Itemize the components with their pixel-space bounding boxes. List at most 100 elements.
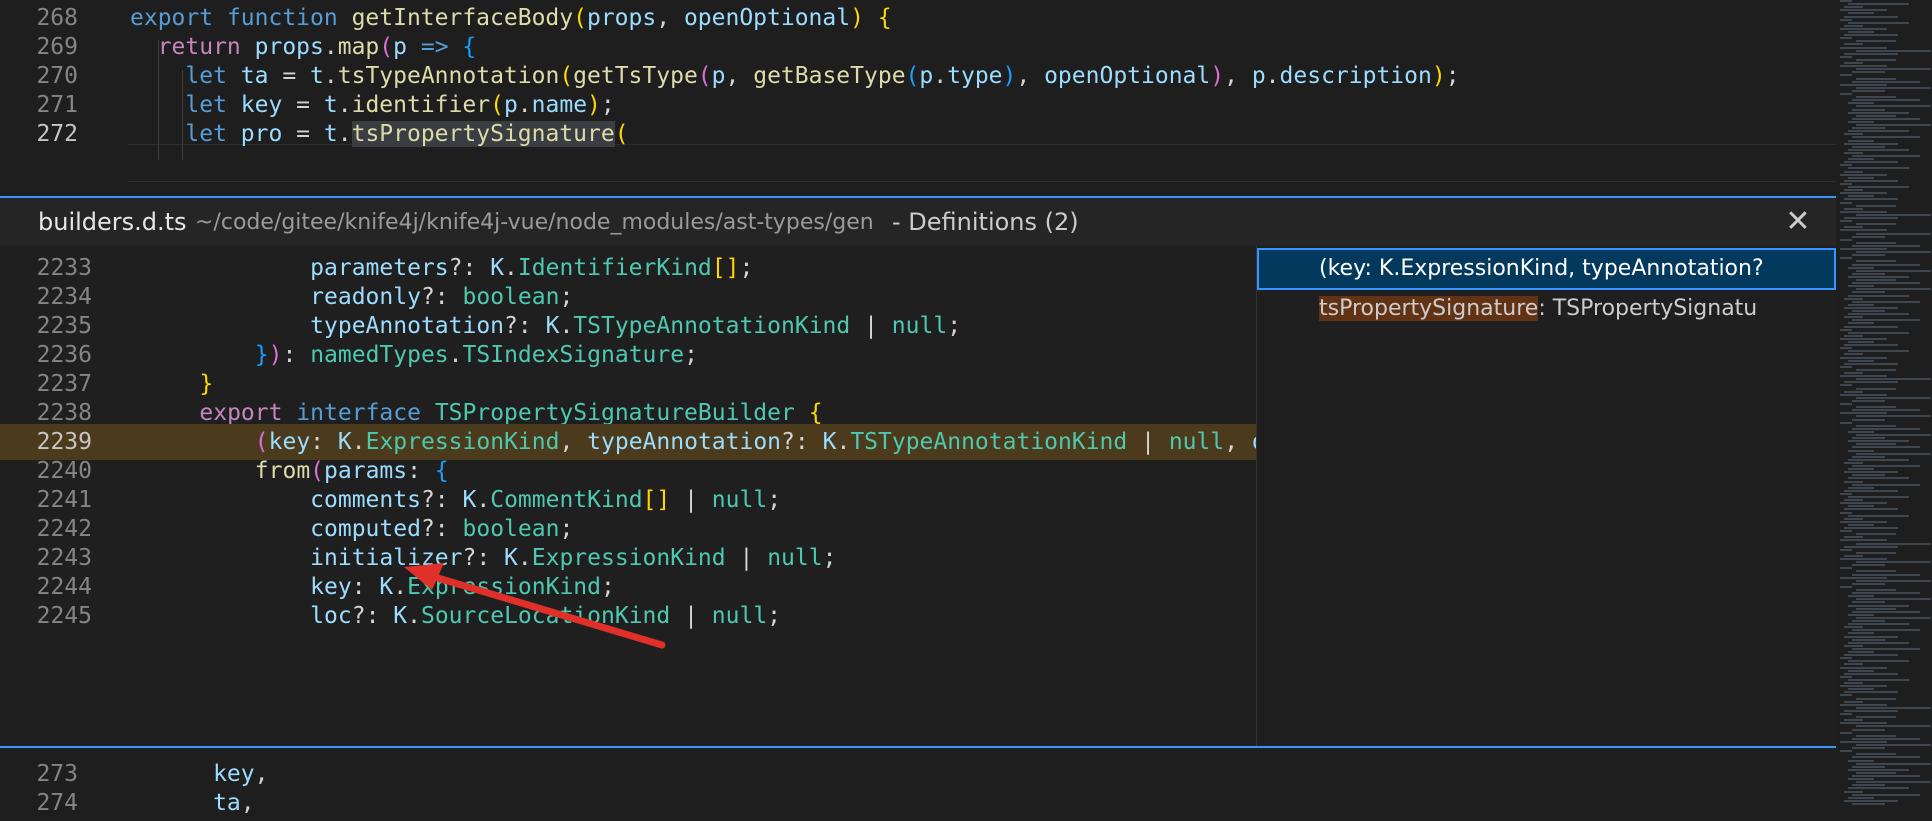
minimap-line bbox=[1848, 523, 1874, 526]
code-token: getBaseType bbox=[753, 63, 906, 89]
code-text: loc?: K.SourceLocationKind | null; bbox=[144, 598, 781, 634]
minimap-line bbox=[1844, 799, 1898, 802]
code-token: = bbox=[282, 92, 324, 118]
code-token: | bbox=[670, 603, 712, 629]
peek-definitions-widget: builders.d.ts ~/code/gitee/knife4j/knife… bbox=[0, 196, 1836, 748]
minimap-line bbox=[1856, 706, 1931, 709]
code-token: ; bbox=[1445, 63, 1460, 89]
code-token: return bbox=[130, 34, 255, 60]
code-token: ) bbox=[1002, 63, 1017, 89]
minimap-line bbox=[1844, 34, 1898, 37]
code-token: ( bbox=[310, 458, 325, 484]
minimap-line bbox=[1840, 375, 1887, 378]
minimap-line bbox=[1848, 341, 1874, 343]
minimap-line bbox=[1848, 678, 1909, 681]
code-token: } bbox=[144, 371, 214, 397]
minimap-line bbox=[1852, 437, 1885, 440]
line-number: 2245 bbox=[36, 603, 92, 629]
code-token: TSTypeAnnotationKind bbox=[850, 429, 1128, 455]
minimap-line bbox=[1840, 55, 1852, 58]
minimap-line bbox=[1844, 719, 1863, 722]
code-token: TSTypeAnnotationKind bbox=[573, 313, 851, 339]
peek-file-name[interactable]: builders.d.ts bbox=[38, 208, 187, 236]
minimap-line bbox=[1840, 685, 1887, 688]
minimap-line bbox=[1848, 505, 1874, 508]
close-icon[interactable]: ✕ bbox=[1780, 204, 1816, 240]
minimap-line bbox=[1852, 793, 1920, 796]
code-token: : bbox=[351, 574, 380, 600]
code-token: . bbox=[448, 342, 463, 368]
code-token: . bbox=[476, 487, 491, 513]
minimap-line bbox=[1840, 27, 1887, 30]
code-token: , bbox=[1224, 63, 1252, 89]
minimap-line bbox=[1840, 750, 1852, 753]
code-token: ( bbox=[559, 63, 574, 89]
minimap-line bbox=[1856, 124, 1931, 126]
minimap-line bbox=[1848, 285, 1874, 288]
minimap-line bbox=[1844, 691, 1898, 694]
minimap-line bbox=[1844, 545, 1898, 548]
minimap-line bbox=[1844, 682, 1863, 684]
minimap-line bbox=[1840, 9, 1887, 12]
code-line[interactable]: 274 ta, bbox=[0, 785, 1836, 821]
code-token: ( bbox=[614, 121, 629, 147]
minimap-line bbox=[1856, 77, 1896, 80]
minimap-line bbox=[1840, 65, 1887, 68]
minimap-line bbox=[1844, 700, 1863, 703]
minimap-line bbox=[1840, 384, 1852, 387]
minimap-line bbox=[1856, 387, 1896, 390]
minimap-line bbox=[1856, 58, 1896, 61]
minimap-line bbox=[1852, 747, 1885, 750]
minimap-line bbox=[1852, 582, 1885, 585]
code-token: namedTypes bbox=[310, 342, 449, 368]
minimap-line bbox=[1848, 322, 1874, 325]
minimap-line bbox=[1840, 539, 1887, 542]
reference-item-1[interactable]: (key: K.ExpressionKind, typeAnnotation? bbox=[1257, 248, 1836, 290]
code-token: SourceLocationKind bbox=[420, 603, 671, 629]
code-token: initializer bbox=[144, 545, 463, 571]
minimap-line bbox=[1840, 173, 1887, 176]
minimap-line bbox=[1840, 83, 1887, 86]
minimap-line bbox=[1856, 68, 1931, 71]
minimap-line bbox=[1844, 790, 1863, 793]
peek-references-list[interactable]: (key: K.ExpressionKind, typeAnnotation? … bbox=[1257, 246, 1836, 746]
code-token: , bbox=[240, 790, 255, 816]
minimap-line bbox=[1856, 260, 1896, 263]
minimap-line bbox=[1856, 616, 1931, 619]
code-token: null bbox=[711, 603, 768, 629]
code-token: CommentKind bbox=[490, 487, 643, 513]
code-token: ?: bbox=[781, 429, 823, 455]
minimap-line bbox=[1848, 449, 1874, 452]
code-token: props bbox=[254, 34, 324, 60]
minimap[interactable] bbox=[1836, 0, 1932, 812]
indent-guide bbox=[158, 40, 159, 160]
reference-item-2[interactable]: tsPropertySignature: TSPropertySignatu bbox=[1257, 288, 1836, 330]
minimap-line bbox=[1840, 74, 1852, 77]
minimap-line bbox=[1856, 251, 1931, 254]
line-number: 272 bbox=[36, 121, 78, 147]
code-token: boolean bbox=[462, 284, 560, 310]
minimap-line bbox=[1840, 558, 1887, 560]
minimap-line bbox=[1848, 350, 1909, 353]
peek-code-view[interactable]: 2233 parameters?: K.IdentifierKind[]; 223… bbox=[0, 246, 1256, 746]
minimap-line bbox=[1840, 18, 1852, 21]
code-token: K bbox=[504, 545, 518, 571]
code-token: boolean bbox=[462, 516, 560, 542]
code-token: tsTypeAnnotation bbox=[337, 63, 560, 89]
minimap-line bbox=[1852, 592, 1920, 595]
minimap-line bbox=[1848, 148, 1909, 151]
code-line[interactable]: 2245 loc?: K.SourceLocationKind | null; bbox=[0, 598, 1256, 634]
code-token: ; bbox=[559, 516, 574, 542]
minimap-line bbox=[1844, 6, 1863, 9]
minimap-line bbox=[1844, 709, 1898, 712]
minimap-line bbox=[1856, 40, 1896, 43]
minimap-line bbox=[1844, 189, 1863, 192]
minimap-line bbox=[1844, 480, 1863, 483]
minimap-line bbox=[1848, 768, 1909, 771]
minimap-line bbox=[1844, 217, 1898, 219]
minimap-line bbox=[1840, 210, 1887, 213]
code-token: { bbox=[808, 400, 823, 426]
code-token: let bbox=[130, 63, 241, 89]
minimap-line bbox=[1844, 471, 1898, 474]
code-line[interactable]: 272 let pro = t.tsPropertySignature( bbox=[0, 116, 1836, 152]
